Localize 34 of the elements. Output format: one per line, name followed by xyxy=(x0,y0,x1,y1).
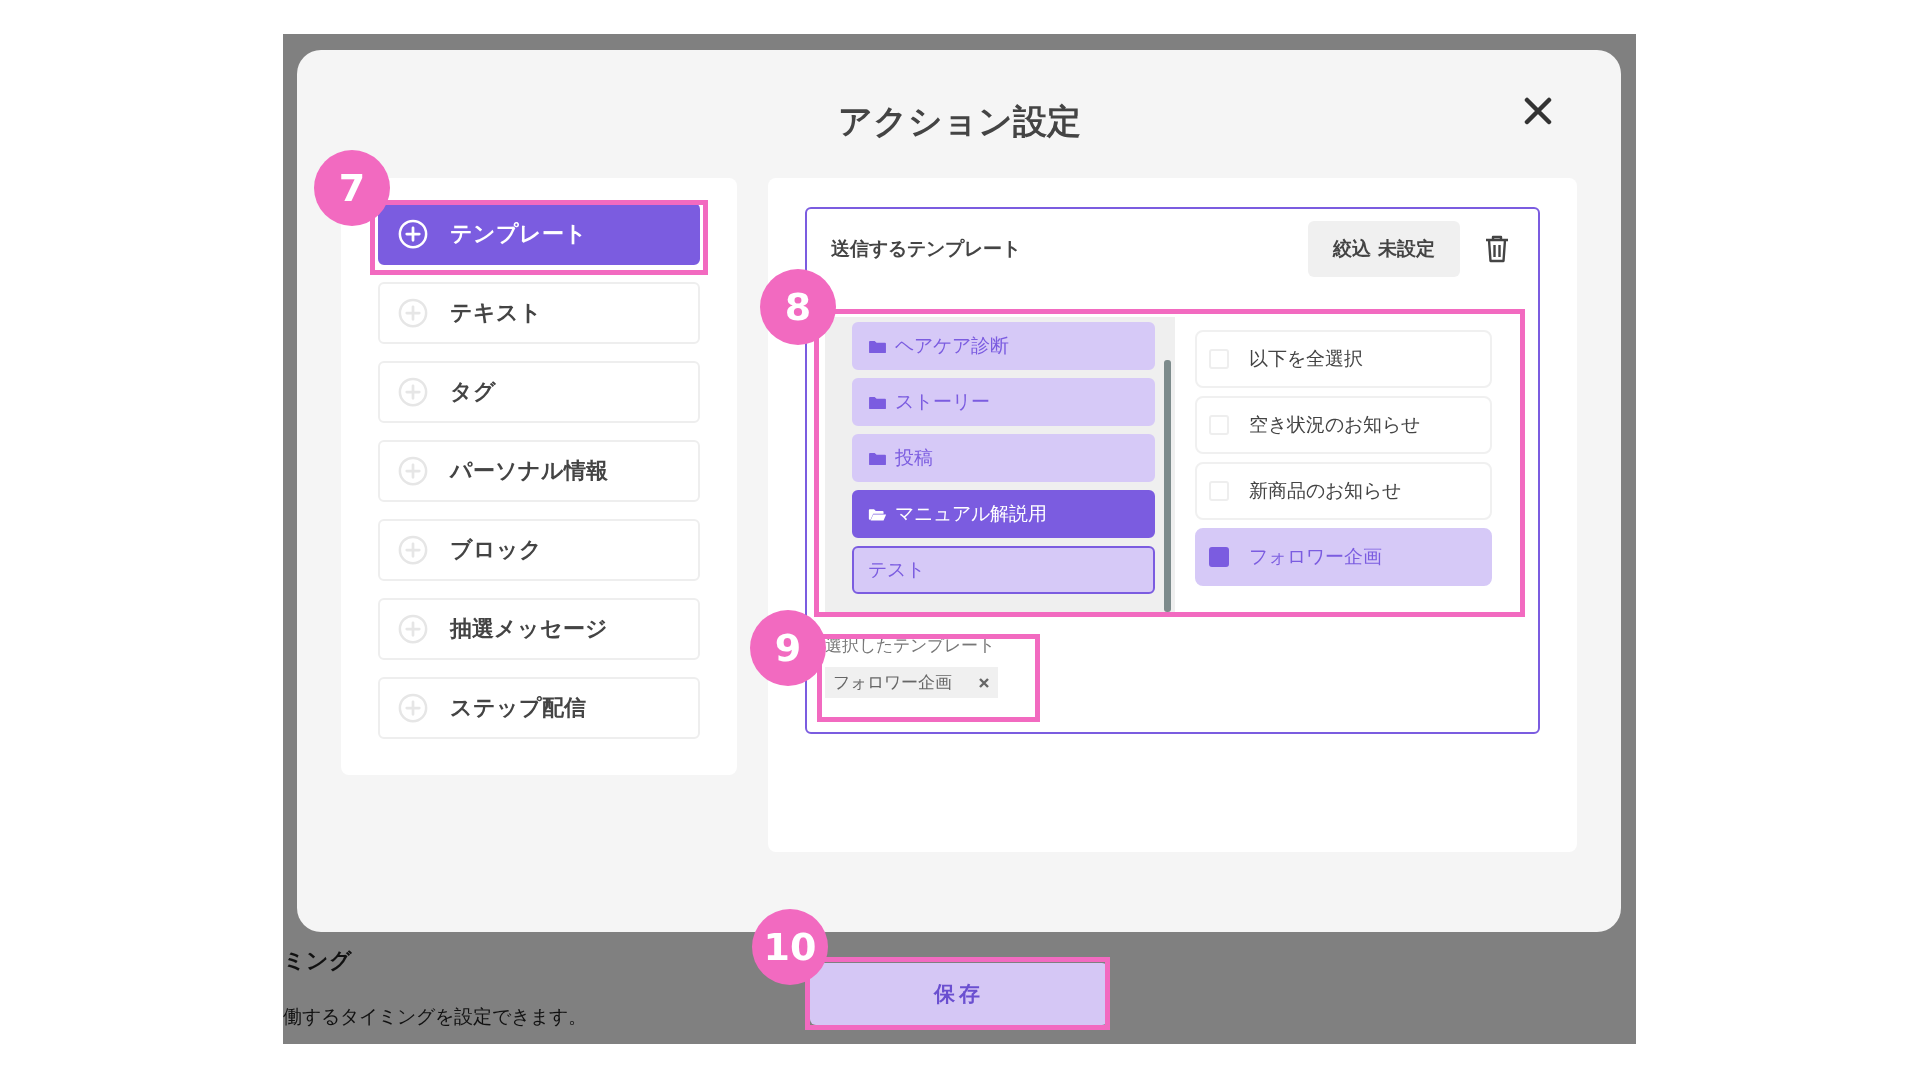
action-type-button[interactable]: ブロック xyxy=(378,519,700,581)
action-type-button[interactable]: 抽選メッセージ xyxy=(378,598,700,660)
selected-template-chip: フォロワー企画 xyxy=(825,667,998,698)
save-button[interactable]: 保存 xyxy=(810,963,1108,1025)
section-heading: ミング xyxy=(283,947,352,975)
scrollbar[interactable] xyxy=(1164,360,1171,612)
trash-icon[interactable] xyxy=(1484,234,1510,264)
plus-icon xyxy=(398,456,428,486)
plus-icon xyxy=(398,298,428,328)
template-box-title: 送信するテンプレート xyxy=(830,236,1022,261)
section-description: 働するタイミングを設定できます。 xyxy=(283,1004,587,1029)
folder-item[interactable]: マニュアル解説用 xyxy=(852,490,1155,538)
plus-icon xyxy=(398,377,428,407)
action-type-button[interactable]: ステップ配信 xyxy=(378,677,700,739)
folder-icon xyxy=(868,338,887,354)
remove-icon[interactable] xyxy=(978,676,990,689)
action-type-button[interactable]: テキスト xyxy=(378,282,700,344)
plus-icon xyxy=(398,693,428,723)
action-type-button[interactable]: テンプレート xyxy=(378,203,700,265)
plus-icon xyxy=(398,614,428,644)
action-type-button[interactable]: パーソナル情報 xyxy=(378,440,700,502)
close-icon[interactable] xyxy=(1523,96,1553,126)
folder-icon xyxy=(868,450,887,466)
filter-button[interactable]: 絞込 未設定 xyxy=(1308,221,1460,277)
template-option[interactable]: 空き状況のお知らせ xyxy=(1195,396,1492,454)
action-type-button[interactable]: タグ xyxy=(378,361,700,423)
open-folder-icon xyxy=(868,506,887,522)
template-option[interactable]: 新商品のお知らせ xyxy=(1195,462,1492,520)
plus-icon xyxy=(398,535,428,565)
dialog-title: アクション設定 xyxy=(837,100,1081,143)
checkbox[interactable] xyxy=(1209,547,1229,567)
folder-icon xyxy=(868,394,887,410)
template-option[interactable]: 以下を全選択 xyxy=(1195,330,1492,388)
plus-icon xyxy=(398,219,428,249)
